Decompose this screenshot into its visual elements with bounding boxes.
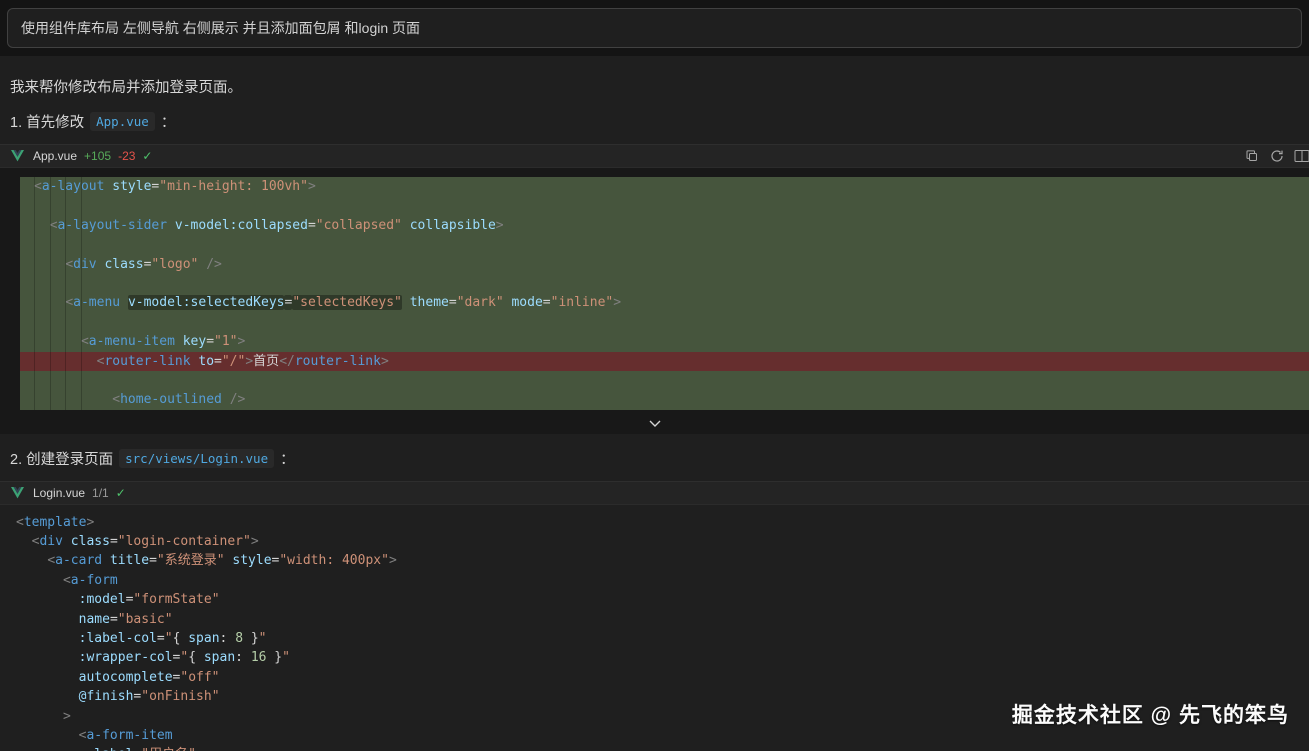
code-block-filename[interactable]: App.vue bbox=[33, 149, 77, 163]
code-line: name="basic" bbox=[16, 610, 1309, 629]
inline-code-login-vue[interactable]: src/views/Login.vue bbox=[119, 449, 274, 468]
prompt-input[interactable]: 使用组件库布局 左侧导航 右侧展示 并且添加面包屑 和login 页面 bbox=[7, 8, 1302, 48]
code-line: autocomplete="off" bbox=[16, 668, 1309, 687]
copy-icon[interactable] bbox=[1243, 147, 1261, 165]
prompt-bar: 使用组件库布局 左侧导航 右侧展示 并且添加面包屑 和login 页面 bbox=[0, 0, 1309, 56]
code-line: <a-card title="系统登录" style="width: 400px… bbox=[16, 551, 1309, 570]
vue-logo-icon bbox=[8, 484, 26, 502]
code-line bbox=[20, 371, 1309, 390]
step-1-heading: 1. 首先修改 App.vue ： bbox=[10, 111, 1299, 132]
chat-response-area: 我来帮你修改布局并添加登录页面。 1. 首先修改 App.vue ： App.v… bbox=[0, 76, 1309, 751]
code-line: :model="formState" bbox=[16, 590, 1309, 609]
refresh-icon[interactable] bbox=[1268, 147, 1286, 165]
code-line: <a-menu-item key="1"> bbox=[20, 332, 1309, 351]
code-line: <template> bbox=[16, 513, 1309, 532]
indent-guide bbox=[50, 177, 51, 410]
step-1-text: 1. 首先修改 bbox=[10, 111, 84, 132]
step-2-text: 2. 创建登录页面 bbox=[10, 448, 113, 469]
code-block-header: App.vue +105 -23 ✓ bbox=[0, 144, 1309, 168]
code-line: label="用户名" bbox=[16, 745, 1309, 751]
diff-view-icon[interactable] bbox=[1293, 147, 1309, 165]
watermark: 掘金技术社区 @ 先飞的笨鸟 bbox=[1012, 699, 1289, 729]
indent-guide bbox=[81, 177, 82, 410]
code-line: :wrapper-col="{ span: 16 }" bbox=[16, 648, 1309, 667]
code-line: <a-layout style="min-height: 100vh"> bbox=[20, 177, 1309, 196]
indent-guide bbox=[65, 177, 66, 410]
diff-deletions-count: -23 bbox=[118, 149, 135, 163]
code-line: <a-menu v-model:selectedKeys="selectedKe… bbox=[20, 293, 1309, 312]
check-icon: ✓ bbox=[142, 149, 152, 163]
code-line: <div class="logo" /> bbox=[20, 255, 1309, 274]
code-line bbox=[20, 313, 1309, 332]
chevron-down-icon bbox=[649, 420, 661, 427]
code-block-progress: 1/1 bbox=[92, 486, 109, 500]
code-line: <router-link to="/">首页</router-link> bbox=[20, 352, 1309, 371]
indent-guide bbox=[34, 177, 35, 410]
code-content: <a-layout style="min-height: 100vh"> <a-… bbox=[0, 168, 1309, 414]
step-2-heading: 2. 创建登录页面 src/views/Login.vue ： bbox=[10, 448, 1299, 469]
chat-page: { "prompt": { "text": "使用组件库布局 左侧导航 右侧展示… bbox=[0, 0, 1309, 751]
vue-logo-icon bbox=[8, 147, 26, 165]
code-line: <home-outlined /> bbox=[20, 390, 1309, 409]
code-line: :label-col="{ span: 8 }" bbox=[16, 629, 1309, 648]
step-2-colon: ： bbox=[280, 448, 295, 469]
inline-code-app-vue[interactable]: App.vue bbox=[90, 112, 155, 131]
code-block-app-vue: App.vue +105 -23 ✓ <a-layout style="min-… bbox=[0, 144, 1309, 434]
code-block-header: Login.vue 1/1 ✓ bbox=[0, 481, 1309, 505]
step-1-colon: ： bbox=[161, 111, 176, 132]
diff-additions-count: +105 bbox=[84, 149, 111, 163]
expand-code-button[interactable] bbox=[0, 414, 1309, 434]
code-line: <a-layout-sider v-model:collapsed="colla… bbox=[20, 216, 1309, 235]
code-line bbox=[20, 274, 1309, 293]
code-line: <a-form bbox=[16, 571, 1309, 590]
code-block-filename[interactable]: Login.vue bbox=[33, 486, 85, 500]
assistant-intro-text: 我来帮你修改布局并添加登录页面。 bbox=[10, 76, 1299, 97]
code-line bbox=[20, 196, 1309, 215]
code-line bbox=[20, 235, 1309, 254]
check-icon: ✓ bbox=[116, 486, 126, 500]
code-line: <div class="login-container"> bbox=[16, 532, 1309, 551]
